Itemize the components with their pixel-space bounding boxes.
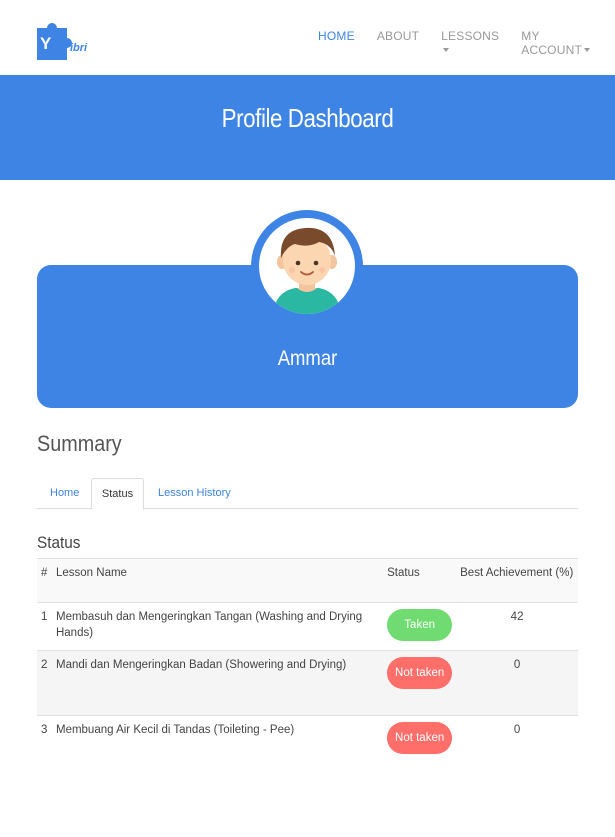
lesson-name: Membuang Air Kecil di Tandas (Toileting … — [51, 715, 384, 778]
table-row: 2 Mandi dan Mengeringkan Badan (Showerin… — [37, 650, 578, 716]
nav-my-account[interactable]: MY ACCOUNT — [521, 29, 593, 57]
status-cell: Not taken — [383, 715, 457, 778]
hero-banner: Profile Dashboard — [0, 75, 615, 180]
lesson-name: Membasuh dan Mengeringkan Tangan (Washin… — [51, 602, 384, 651]
svg-text:Y: Y — [40, 34, 52, 53]
avatar-image — [259, 218, 355, 314]
svg-text:ibri: ibri — [70, 42, 88, 54]
status-cell: Taken — [383, 602, 457, 651]
tab-home[interactable]: Home — [50, 478, 79, 509]
row-number: 1 — [37, 602, 52, 651]
summary-title: Summary — [37, 431, 122, 456]
status-cell: Not taken — [383, 650, 457, 716]
summary-tabs: Home Status Lesson History — [37, 478, 578, 510]
site-logo[interactable]: Y ibri — [37, 20, 99, 62]
boy-avatar-icon — [273, 227, 341, 314]
page-title: Profile Dashboard — [221, 103, 394, 133]
column-header-lesson-name: Lesson Name — [51, 558, 384, 603]
status-table: # Lesson Name Status Best Achievement (%… — [37, 558, 578, 778]
caret-down-icon — [583, 48, 590, 52]
column-header-best-achievement: Best Achievement (%) — [456, 558, 578, 603]
column-header-num: # — [37, 558, 52, 603]
row-number: 3 — [37, 715, 52, 778]
nav-lessons-label: LESSONS — [441, 29, 500, 43]
best-achievement: 0 — [456, 650, 578, 716]
nav-about[interactable]: ABOUT — [377, 29, 419, 57]
table-row: 3 Membuang Air Kecil di Tandas (Toiletin… — [37, 715, 578, 778]
avatar — [251, 210, 363, 322]
tab-lesson-history[interactable]: Lesson History — [158, 478, 231, 509]
row-number: 2 — [37, 650, 52, 716]
table-header-row: # Lesson Name Status Best Achievement (%… — [37, 558, 578, 603]
table-row: 1 Membasuh dan Mengeringkan Tangan (Wash… — [37, 602, 578, 651]
tab-status[interactable]: Status — [91, 478, 144, 510]
best-achievement: 0 — [456, 715, 578, 778]
profile-name: Ammar — [277, 347, 338, 370]
nav-home[interactable]: HOME — [318, 29, 355, 57]
column-header-status: Status — [383, 558, 457, 603]
status-heading: Status — [37, 533, 81, 552]
nav-my-account-label: MY ACCOUNT — [521, 29, 582, 57]
status-badge: Taken — [387, 609, 453, 641]
caret-down-icon — [443, 48, 450, 52]
nav-menu: HOME ABOUT LESSONS MY ACCOUNT — [318, 29, 615, 57]
status-badge: Not taken — [387, 722, 453, 754]
navbar: Y ibri HOME ABOUT LESSONS MY ACCOUNT — [0, 0, 615, 75]
lesson-name: Mandi dan Mengeringkan Badan (Showering … — [51, 650, 384, 716]
nav-lessons[interactable]: LESSONS — [441, 29, 499, 57]
status-badge: Not taken — [387, 657, 453, 689]
best-achievement: 42 — [456, 602, 578, 651]
